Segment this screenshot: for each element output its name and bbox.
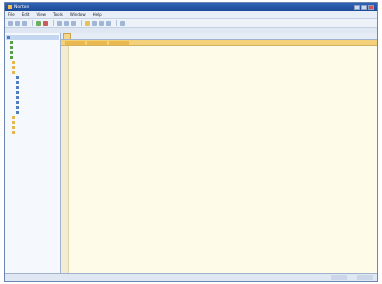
- green-node-icon: [10, 41, 13, 44]
- toolbar-divider: [53, 20, 54, 26]
- folder-icon: [12, 71, 15, 74]
- menu-bar: File Edit View Tools Window Help: [5, 11, 377, 19]
- copy-icon[interactable]: [64, 20, 69, 26]
- document-icon: [16, 96, 19, 99]
- menu-help[interactable]: Help: [93, 12, 102, 17]
- toolbar-divider: [81, 20, 82, 26]
- toolbar-divider: [116, 20, 117, 26]
- find-icon[interactable]: [85, 20, 90, 26]
- menu-tools[interactable]: Tools: [53, 12, 63, 17]
- tab-bar: [61, 33, 377, 40]
- document-icon: [16, 111, 19, 114]
- title-bar[interactable]: Norton: [5, 3, 377, 11]
- text-editor[interactable]: [61, 46, 377, 274]
- header-field[interactable]: [87, 40, 107, 45]
- menu-view[interactable]: View: [36, 12, 46, 17]
- status-left: [331, 275, 347, 280]
- refresh-icon[interactable]: [99, 20, 104, 26]
- app-window: Norton File Edit View Tools Window Help: [4, 2, 378, 282]
- green-node-icon: [10, 56, 13, 59]
- run-icon[interactable]: [36, 20, 41, 26]
- save-icon[interactable]: [22, 20, 27, 26]
- menu-edit[interactable]: Edit: [22, 12, 30, 17]
- status-bar: [5, 273, 377, 281]
- folder-icon: [12, 121, 15, 124]
- app-icon: [8, 5, 12, 9]
- maximize-button[interactable]: [361, 4, 367, 10]
- header-field[interactable]: [65, 40, 85, 45]
- content-pane: [61, 33, 377, 274]
- folder-icon: [12, 131, 15, 134]
- editor-lines[interactable]: [69, 46, 377, 274]
- folder-icon: [12, 126, 15, 129]
- folder-icon: [12, 66, 15, 69]
- document-icon: [16, 101, 19, 104]
- toolbar-divider: [32, 20, 33, 26]
- menu-window[interactable]: Window: [70, 12, 86, 17]
- server-icon: [7, 36, 10, 39]
- toolbar: [5, 19, 377, 28]
- green-node-icon: [10, 46, 13, 49]
- document-icon: [16, 81, 19, 84]
- paste-icon[interactable]: [71, 20, 76, 26]
- document-icon: [16, 76, 19, 79]
- line-gutter: [61, 46, 69, 274]
- new-icon[interactable]: [8, 20, 13, 26]
- stop-icon[interactable]: [43, 20, 48, 26]
- print-icon[interactable]: [106, 20, 111, 26]
- minimize-button[interactable]: [354, 4, 360, 10]
- tab-document[interactable]: [63, 33, 71, 39]
- tree-sidebar: [5, 33, 61, 274]
- folder-icon: [12, 61, 15, 64]
- properties-icon[interactable]: [92, 20, 97, 26]
- tree-item[interactable]: [6, 130, 59, 135]
- document-icon: [16, 91, 19, 94]
- window-title: Norton: [14, 4, 30, 10]
- main-area: [5, 33, 377, 274]
- help-icon[interactable]: [120, 20, 125, 26]
- close-button[interactable]: [368, 4, 374, 10]
- status-right: [357, 275, 373, 280]
- cut-icon[interactable]: [57, 20, 62, 26]
- green-node-icon: [10, 51, 13, 54]
- folder-icon: [12, 116, 15, 119]
- document-icon: [16, 106, 19, 109]
- menu-file[interactable]: File: [8, 12, 15, 17]
- header-field[interactable]: [109, 40, 129, 45]
- open-icon[interactable]: [15, 20, 20, 26]
- document-icon: [16, 86, 19, 89]
